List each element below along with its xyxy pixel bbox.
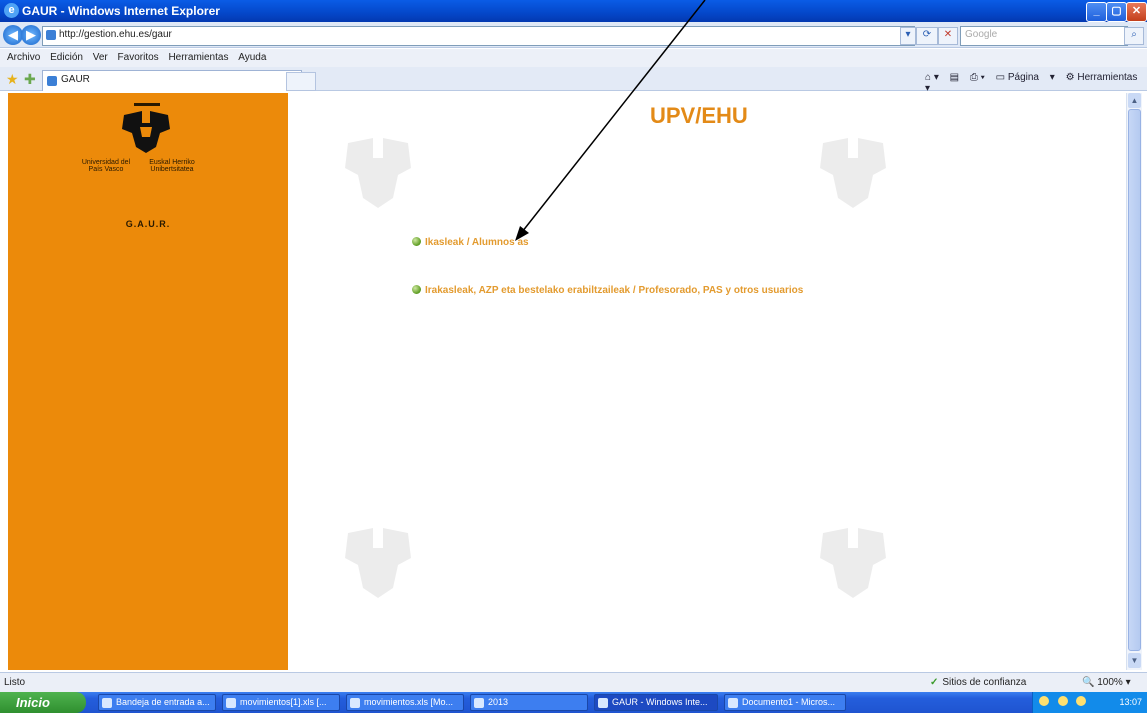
scroll-thumb[interactable] [1128, 109, 1141, 651]
tray-icon[interactable] [1076, 696, 1087, 706]
ie-icon [598, 698, 608, 708]
word-icon [728, 698, 738, 708]
zoom-value: 100% [1097, 677, 1123, 688]
mail-icon [102, 698, 112, 708]
excel-icon [226, 698, 236, 708]
status-text: Listo [4, 677, 26, 688]
checkmark-icon: ✓ [930, 677, 939, 688]
task-label: movimientos.xls [Mo... [364, 697, 454, 707]
task-label: GAUR - Windows Inte... [612, 697, 708, 707]
scroll-down-arrow-icon[interactable]: ▼ [1128, 653, 1141, 668]
task-item[interactable]: Documento1 - Micros... [724, 694, 846, 711]
clock: 13:07 [1119, 697, 1142, 707]
vertical-scrollbar[interactable]: ▲ ▼ [1126, 93, 1142, 670]
task-item[interactable]: Bandeja de entrada a... [98, 694, 216, 711]
tray-icon[interactable] [1039, 696, 1049, 706]
tray-icon[interactable] [1057, 696, 1068, 706]
task-item[interactable]: movimientos[1].xls [... [222, 694, 340, 711]
scroll-up-arrow-icon[interactable]: ▲ [1128, 93, 1141, 108]
excel-icon [350, 698, 360, 708]
system-tray: 13:07 [1032, 692, 1147, 713]
task-label: Documento1 - Micros... [742, 697, 836, 707]
security-zone[interactable]: ✓ Sitios de confianza [930, 677, 1026, 688]
task-label: 2013 [488, 697, 509, 707]
start-button[interactable]: Inicio [0, 692, 86, 713]
taskbar: Inicio Bandeja de entrada a... movimient… [0, 692, 1147, 713]
task-item[interactable]: movimientos.xls [Mo... [346, 694, 464, 711]
security-zone-label: Sitios de confianza [942, 677, 1027, 688]
zoom-level[interactable]: 🔍 100% ▾ [1082, 677, 1131, 688]
status-bar: Listo ✓ Sitios de confianza 🔍 100% ▾ [0, 672, 1147, 692]
folder-icon [474, 698, 484, 708]
annotation-arrow [515, 0, 706, 241]
task-item[interactable]: 2013 [470, 694, 588, 711]
task-label: movimientos[1].xls [... [240, 697, 327, 707]
task-item-active[interactable]: GAUR - Windows Inte... [594, 694, 718, 711]
task-label: Bandeja de entrada a... [116, 697, 210, 707]
